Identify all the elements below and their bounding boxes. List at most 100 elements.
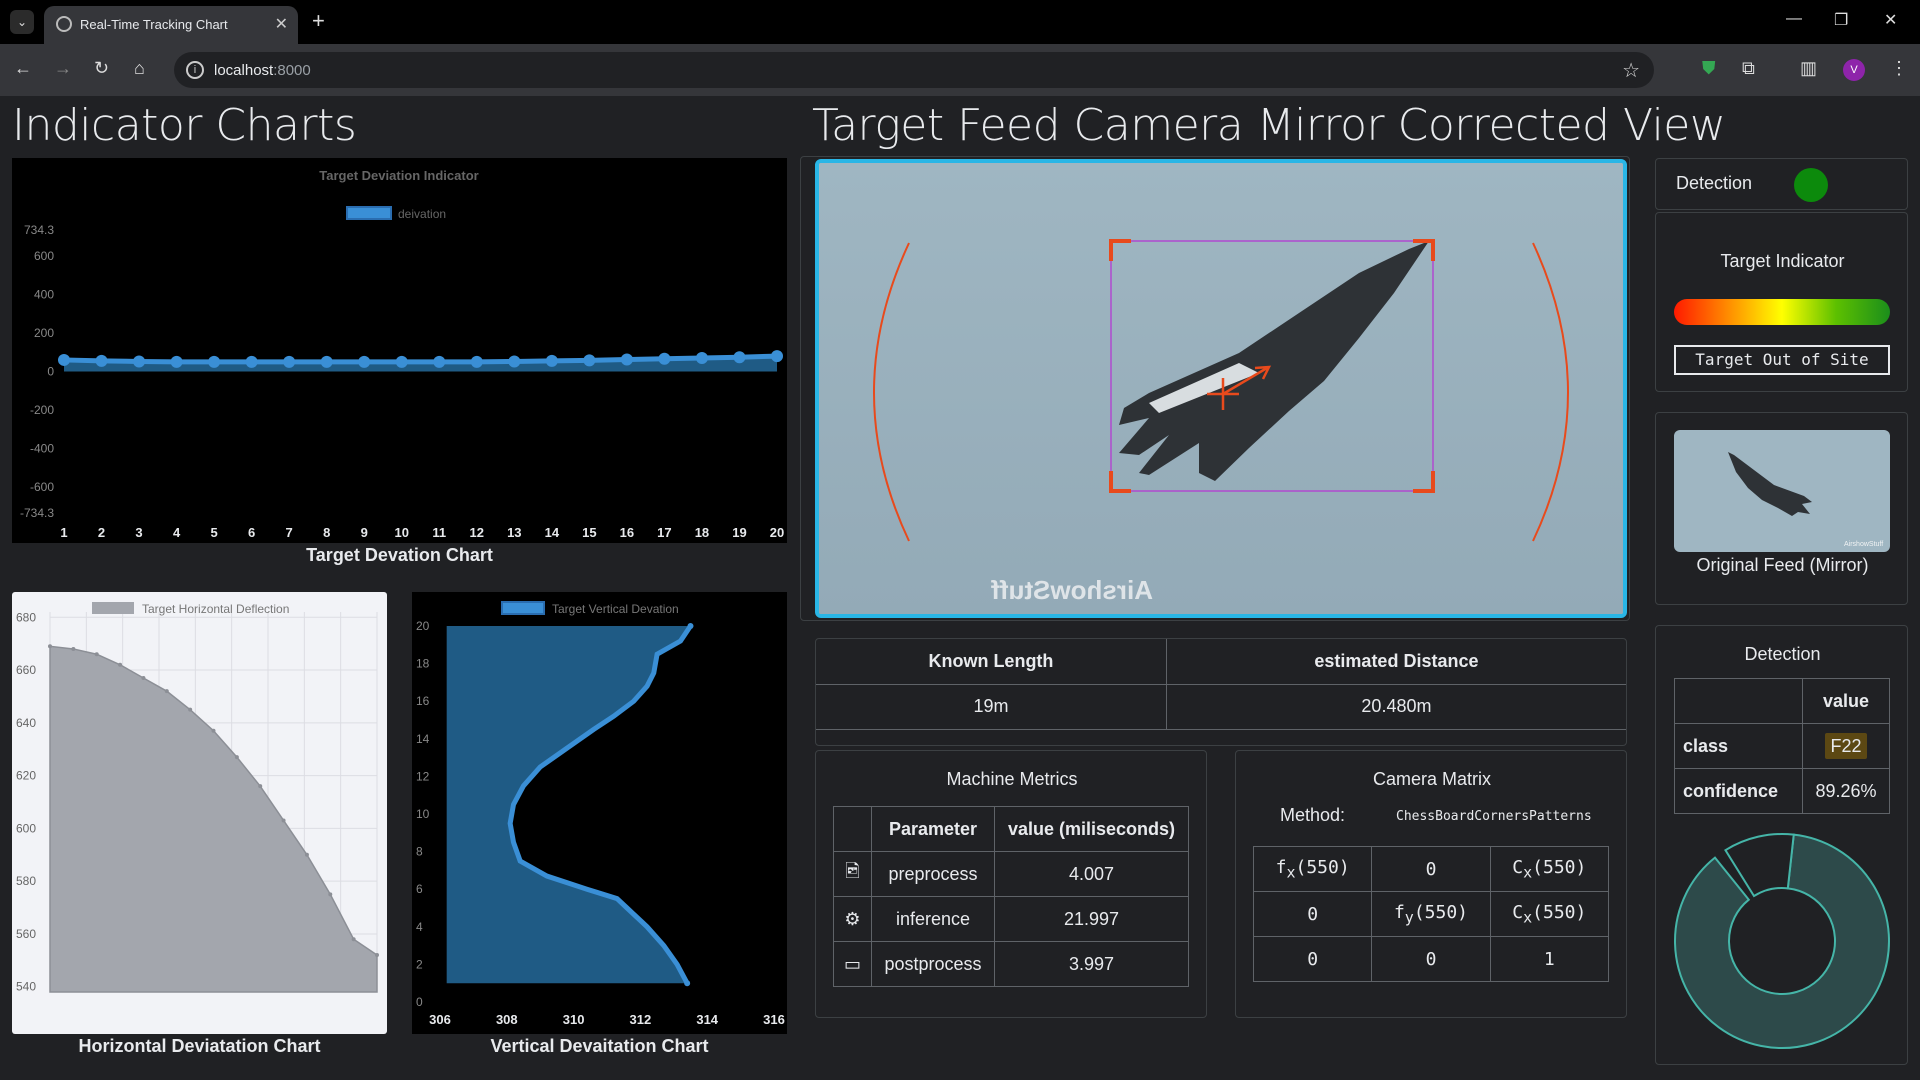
menu-kebab-icon[interactable]: ⋮ xyxy=(1890,58,1908,79)
detection-status-label: Detection xyxy=(1676,173,1753,193)
profile-avatar[interactable]: V xyxy=(1843,59,1865,81)
data-point xyxy=(48,644,52,649)
browser-tab[interactable]: Real-Time Tracking Chart ✕ xyxy=(44,6,298,44)
data-point xyxy=(58,353,70,366)
shield-extension-icon[interactable]: ⛊ xyxy=(1702,58,1716,79)
y-tick-label: 600 xyxy=(34,249,54,263)
data-point xyxy=(433,355,446,368)
y-tick-label: -200 xyxy=(30,403,54,417)
confidence-key: confidence xyxy=(1674,768,1803,814)
camera-matrix-table: fx(550) 0 Cx(550) 0 fy(550) Cx(550) 001 xyxy=(1252,846,1610,982)
page-title: Indicator Charts xyxy=(12,100,357,151)
metric-value: 4.007 xyxy=(994,851,1189,897)
site-info-icon[interactable]: i xyxy=(186,61,204,79)
legend-label: deivation xyxy=(398,207,446,221)
data-point xyxy=(395,355,408,368)
minimize-icon[interactable]: — xyxy=(1786,10,1802,28)
data-point xyxy=(508,355,521,368)
matrix-cell: 0 xyxy=(1252,936,1373,982)
class-value: F22 xyxy=(1825,732,1867,759)
back-icon[interactable]: ← xyxy=(14,58,32,79)
matrix-cell: 0 xyxy=(1252,891,1373,937)
side-panel-icon[interactable]: ▥ xyxy=(1800,58,1817,79)
matrix-cell: fy(550) xyxy=(1371,891,1491,937)
close-tab-icon[interactable]: ✕ xyxy=(275,14,288,34)
y-tick-label: 200 xyxy=(34,326,54,340)
series-area xyxy=(49,645,378,993)
camera-overlay: AirshowStuff xyxy=(819,163,1623,614)
matrix-cell: Cx(550) xyxy=(1489,846,1610,892)
forward-icon[interactable]: → xyxy=(54,58,72,79)
table-row: ▭ postprocess 3.997 xyxy=(833,941,1189,987)
y-tick-label: 640 xyxy=(16,716,36,730)
data-point xyxy=(245,355,258,368)
data-point xyxy=(320,355,333,368)
data-point xyxy=(234,755,239,760)
legend-swatch xyxy=(501,601,545,615)
bookmark-star-icon[interactable]: ☆ xyxy=(1622,58,1640,83)
data-point xyxy=(583,354,596,367)
known-length-value: 19m xyxy=(816,683,1167,730)
metric-value: 21.997 xyxy=(994,896,1189,942)
x-tick-label: 20 xyxy=(770,525,784,540)
globe-icon xyxy=(56,16,72,32)
horizontal-chart: 680 660 640 620 600 580 560 540 Target Horizonta… xyxy=(16,602,379,994)
data-point xyxy=(94,652,99,657)
y-tick-label: 2 xyxy=(416,957,423,971)
method-label: Method: xyxy=(1280,805,1346,825)
chart-title: Target Deviation Indicator xyxy=(319,168,478,183)
original-feed-jet: AirshowStuff xyxy=(1728,452,1883,548)
original-feed-image: AirshowStuff xyxy=(1674,430,1890,552)
x-tick-label: 306 xyxy=(429,1012,451,1027)
target-indicator-title: Target Indicator xyxy=(1720,251,1845,271)
legend-swatch xyxy=(92,602,134,614)
data-point xyxy=(695,352,708,365)
extensions-icon[interactable]: ⧉ xyxy=(1742,58,1755,79)
detection-table-wrap: value class F22 confidence 89.26% xyxy=(1674,678,1890,814)
matrix-cell: 0 xyxy=(1371,936,1491,982)
data-point xyxy=(358,355,371,368)
x-tick-label: 19 xyxy=(732,525,746,540)
restore-icon[interactable]: ❐ xyxy=(1834,10,1848,30)
x-tick-label: 11 xyxy=(432,525,446,540)
y-tick-label: 680 xyxy=(16,610,36,624)
detection-status-card: Detection xyxy=(1655,158,1908,210)
y-tick-label: 600 xyxy=(16,821,36,835)
x-tick-label: 310 xyxy=(563,1012,585,1027)
url-field[interactable]: i localhost:8000 ☆ xyxy=(174,52,1654,88)
original-feed-caption: Original Feed (Mirror) xyxy=(1696,555,1869,575)
data-point xyxy=(118,662,123,667)
metric-name: preprocess xyxy=(871,851,995,897)
y-tick-label: 540 xyxy=(16,980,36,994)
y-tick-label: 0 xyxy=(47,365,54,379)
machine-metrics-title: Machine Metrics xyxy=(946,769,1078,789)
data-point xyxy=(375,953,379,958)
home-icon[interactable]: ⌂ xyxy=(134,58,145,79)
close-window-icon[interactable]: ✕ xyxy=(1884,10,1897,30)
data-point xyxy=(687,623,694,629)
class-value-cell: F22 xyxy=(1802,723,1890,769)
x-tick-label: 17 xyxy=(657,525,671,540)
original-feed-card: AirshowStuff Original Feed (Mirror) xyxy=(1655,412,1908,605)
data-point xyxy=(211,728,216,733)
data-point xyxy=(351,937,356,942)
tab-search-button[interactable]: ⌄ xyxy=(10,10,34,34)
x-tick-label: 12 xyxy=(470,525,484,540)
machine-metrics-table-wrap: Parameter value (miliseconds) 🖻 preproce… xyxy=(833,806,1189,987)
data-point xyxy=(95,354,108,367)
reload-icon[interactable]: ↻ xyxy=(94,58,109,79)
tab-title: Real-Time Tracking Chart xyxy=(80,17,228,32)
new-tab-button[interactable]: + xyxy=(312,8,325,34)
data-point xyxy=(684,980,691,987)
target-status-text: Target Out of Site xyxy=(1674,345,1890,375)
table-row: class F22 xyxy=(1674,723,1890,769)
matrix-cell: 0 xyxy=(1371,846,1491,892)
estimated-distance-value: 20.480m xyxy=(1165,683,1626,730)
x-tick-label: 10 xyxy=(395,525,409,540)
detection-title: Detection xyxy=(1744,644,1821,664)
camera-feed: AirshowStuff xyxy=(815,159,1627,618)
method-value: ChessBoardCornersPatterns xyxy=(1396,809,1592,824)
x-tick-label: 14 xyxy=(545,525,560,540)
table-row: confidence 89.26% xyxy=(1674,768,1890,814)
data-point xyxy=(71,646,76,651)
